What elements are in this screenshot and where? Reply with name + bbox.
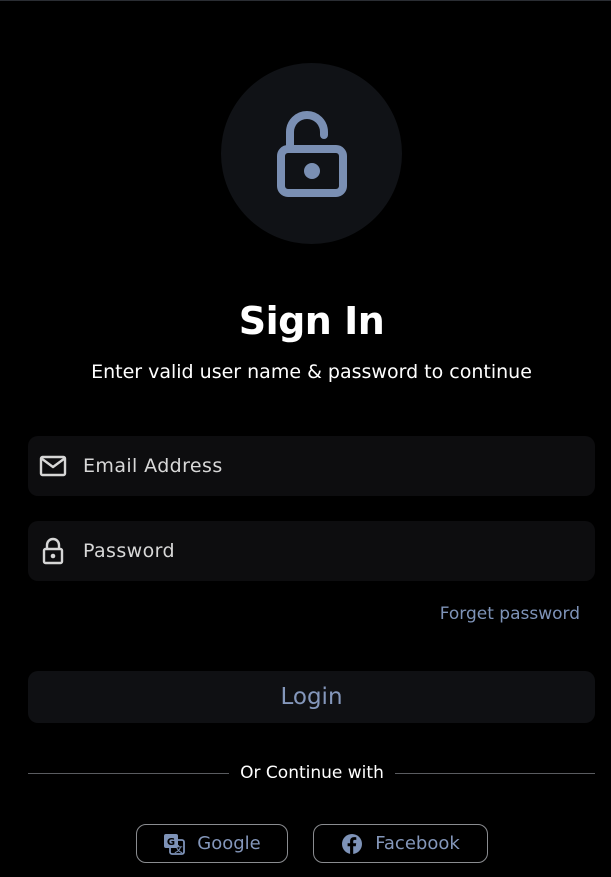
email-field-container (28, 436, 595, 496)
login-button[interactable]: Login (28, 671, 595, 723)
forget-password-link[interactable]: Forget password (440, 602, 580, 626)
lock-badge (221, 63, 402, 244)
google-translate-icon: G 文 (163, 833, 186, 855)
google-button[interactable]: G 文 Google (136, 824, 288, 863)
top-border (0, 0, 611, 1)
password-input[interactable] (83, 521, 583, 581)
divider-right (395, 773, 595, 774)
lock-icon (39, 537, 67, 565)
divider-label: Or Continue with (240, 763, 384, 783)
email-input[interactable] (83, 436, 583, 496)
divider-left (28, 773, 229, 774)
google-label: Google (197, 833, 261, 854)
page-title: Sign In (238, 299, 385, 343)
facebook-button[interactable]: Facebook (313, 824, 488, 863)
facebook-label: Facebook (375, 833, 460, 854)
password-field-container (28, 521, 595, 581)
page-subtitle: Enter valid user name & password to cont… (91, 361, 532, 383)
svg-text:文: 文 (175, 844, 184, 854)
lock-open-icon (276, 107, 347, 201)
mail-icon (39, 453, 67, 479)
facebook-icon (341, 833, 363, 855)
